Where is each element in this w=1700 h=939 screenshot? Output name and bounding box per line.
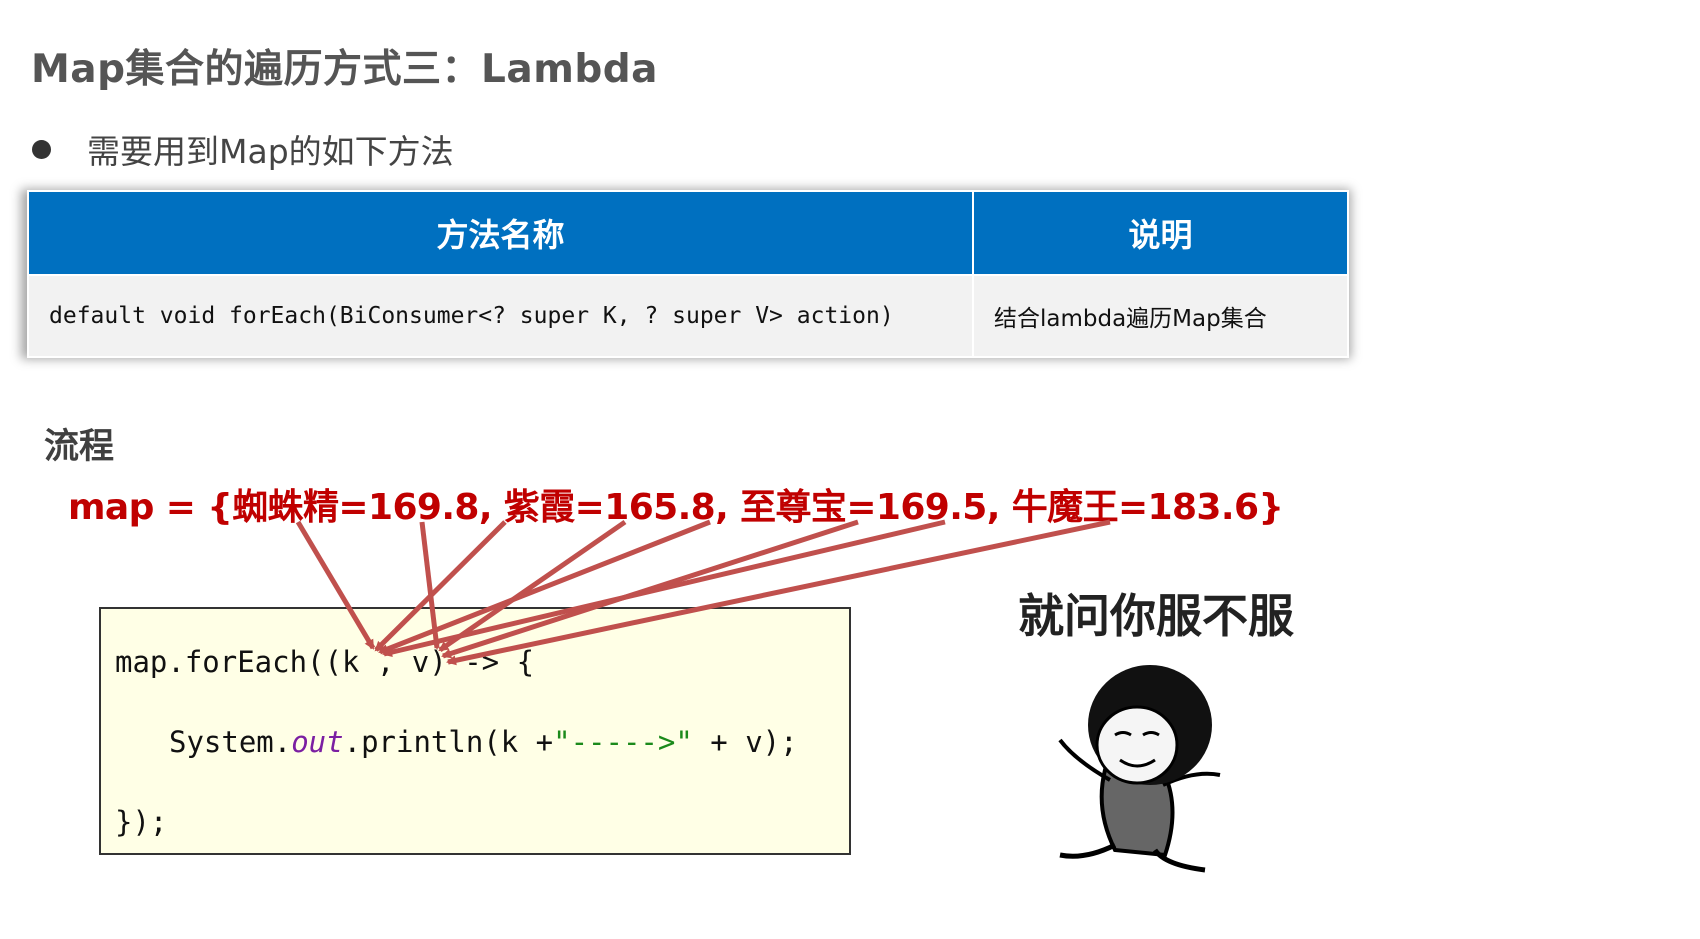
bullet-text: 需要用到Map的如下方法 — [87, 132, 454, 171]
meme-caption: 就问你服不服 — [1018, 589, 1294, 643]
method-table: 方法名称 说明 default void forEach(BiConsumer<… — [27, 190, 1349, 358]
bullet-dot-icon — [32, 139, 51, 159]
flow-label: 流程 — [44, 427, 115, 467]
code-block: map.forEach((k , v) -> { System.out.prin… — [99, 607, 851, 855]
code-line-2: System.out.println(k +"----->" + v); — [169, 725, 798, 759]
bullet-item: 需要用到Map的如下方法 — [32, 125, 454, 173]
method-description: 结合lambda遍历Map集合 — [972, 274, 1349, 358]
code-line-3: }); — [115, 805, 168, 839]
table-header-method: 方法名称 — [27, 190, 974, 276]
map-contents: map = {蜘蛛精=169.8, 紫霞=165.8, 至尊宝=169.5, 牛… — [68, 487, 1284, 528]
code-out: out — [291, 725, 344, 759]
page-title: Map集合的遍历方式三：Lambda — [31, 47, 659, 92]
code-string: "----->" — [553, 725, 693, 759]
table-header-row: 方法名称 说明 — [27, 190, 1349, 276]
code-line-1: map.forEach((k , v) -> { — [115, 645, 535, 679]
code-system: System. — [169, 725, 292, 759]
code-suffix: + v); — [692, 725, 798, 759]
meme-figure-image — [1058, 665, 1221, 873]
table-header-desc: 说明 — [972, 190, 1349, 276]
table-row: default void forEach(BiConsumer<? super … — [27, 274, 1349, 358]
method-signature: default void forEach(BiConsumer<? super … — [27, 274, 974, 358]
code-println: .println(k + — [343, 725, 554, 759]
